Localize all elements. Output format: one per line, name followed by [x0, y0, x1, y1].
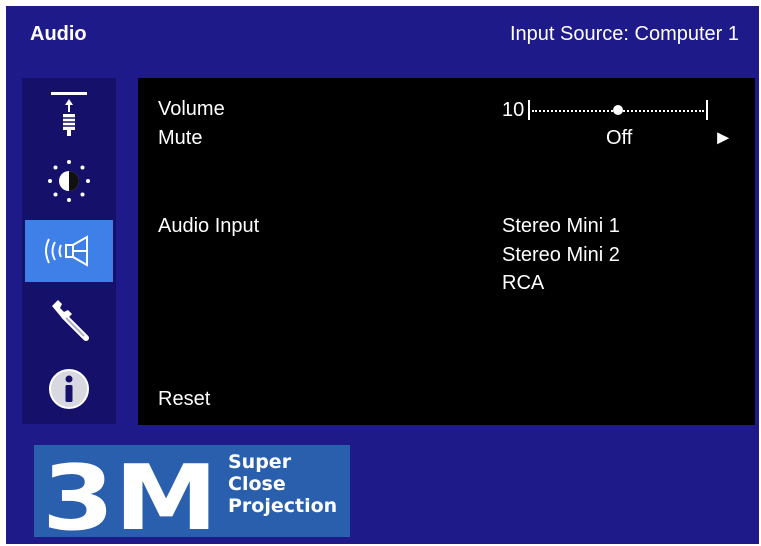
mute-arrow-icon[interactable]: ► [713, 127, 733, 150]
volume-track [528, 98, 709, 122]
logo-mark-text: 3M [42, 446, 218, 537]
brightness-icon [48, 160, 90, 202]
logo-3m-mark: 3M [42, 446, 218, 546]
logo-tagline-line-2: Close [228, 473, 286, 495]
mute-value[interactable]: Off [606, 127, 632, 150]
position-icon [51, 92, 87, 136]
info-icon [49, 369, 89, 409]
brand-logo: 3M Super Close Projection [34, 445, 350, 546]
volume-value: 10 [502, 98, 525, 121]
sidebar-item-position[interactable] [25, 84, 113, 146]
audio-icon [45, 235, 88, 267]
audio-input-option-stereo-mini-1[interactable]: Stereo Mini 1 [502, 215, 620, 238]
audio-input-option-rca[interactable]: RCA [502, 272, 544, 295]
input-source-status: Input Source: Computer 1 [509, 23, 739, 45]
logo-tagline-line-3: Projection [228, 495, 338, 517]
sidebar-item-settings[interactable] [25, 290, 113, 352]
menu-title: Audio [30, 23, 87, 45]
audio-input-label: Audio Input [158, 215, 260, 237]
volume-track-end [706, 100, 709, 120]
audio-menu-panel: Volume 10 Mute Off ► Audio Input Stereo … [138, 78, 755, 425]
sidebar-item-information[interactable] [25, 358, 113, 420]
volume-label: Volume [158, 98, 225, 120]
sidebar-item-picture[interactable] [25, 150, 113, 212]
volume-knob[interactable] [613, 105, 624, 115]
logo-tagline-line-1: Super [228, 451, 292, 473]
wrench-icon [52, 300, 89, 341]
audio-input-option-stereo-mini-2[interactable]: Stereo Mini 2 [502, 244, 620, 267]
mute-label[interactable]: Mute [158, 127, 202, 150]
logo-tagline: Super Close Projection [228, 451, 337, 517]
volume-track-start [528, 100, 531, 120]
volume-slider[interactable]: 10 [502, 98, 709, 122]
reset-item[interactable]: Reset [158, 388, 210, 411]
osd-screen: Audio Input Source: Computer 1 Volume 10… [6, 6, 759, 546]
sidebar-item-audio[interactable] [25, 220, 113, 282]
sidebar [22, 78, 116, 424]
